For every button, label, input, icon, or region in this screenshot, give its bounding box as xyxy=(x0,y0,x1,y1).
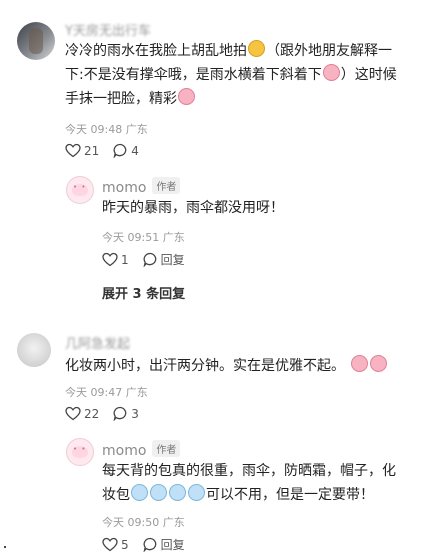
like-count: 21 xyxy=(84,143,100,158)
reply-count: 3 xyxy=(131,406,139,421)
timestamp: 今天 09:47 广东 xyxy=(65,386,148,399)
comment-text: 冷冷的雨水在我脸上胡乱地拍 （跟外地朋友解释一 下:不是没有撑伞哦，是雨水横着下斜… xyxy=(65,39,415,111)
comment-icon xyxy=(113,406,127,421)
like-icon xyxy=(65,406,81,421)
comment-actions: 21 4 xyxy=(65,143,153,158)
emoji-pig-icon xyxy=(351,355,368,372)
reply-button[interactable]: 回复 xyxy=(143,251,185,268)
reply-button[interactable]: 4 xyxy=(113,143,139,158)
reply-label: 回复 xyxy=(160,538,185,552)
comment-icon xyxy=(113,143,127,158)
like-icon xyxy=(65,143,81,158)
reply-label: 回复 xyxy=(160,253,185,267)
author-username[interactable]: momo 作者 xyxy=(102,177,181,196)
author-username[interactable]: momo 作者 xyxy=(102,440,181,459)
author-avatar[interactable] xyxy=(66,438,94,466)
comment-text: 化妆两小时，出汗两分钟。实在是优雅不起。 xyxy=(65,354,415,378)
username[interactable]: Y天房无出行车 xyxy=(65,20,151,39)
avatar[interactable] xyxy=(17,333,51,367)
timestamp: 今天 09:50 广东 xyxy=(102,516,185,529)
emoji-pig-icon xyxy=(322,64,340,81)
like-button[interactable]: 1 xyxy=(102,252,129,267)
emoji-cry-icon xyxy=(150,484,167,501)
like-icon xyxy=(102,537,118,552)
expand-replies-button[interactable]: 展开 3 条回复 xyxy=(102,283,185,302)
avatar[interactable] xyxy=(17,22,55,60)
reply-actions: 1 回复 xyxy=(102,251,199,268)
username[interactable]: 几阿急发起 xyxy=(65,333,130,352)
reply-button[interactable]: 回复 xyxy=(143,536,185,553)
like-count: 22 xyxy=(84,406,100,421)
reply-text: 昨天的暴雨，雨伞都没用呀！ xyxy=(102,200,284,216)
reply-actions: 5 回复 xyxy=(102,536,199,553)
like-icon xyxy=(102,252,118,267)
like-button[interactable]: 21 xyxy=(65,143,99,158)
author-badge: 作者 xyxy=(152,177,181,194)
author-avatar[interactable] xyxy=(66,176,94,204)
reply-text: 每天背的包真的很重，雨伞，防晒霜，帽子，化 妆包 可以不用，但是一定要带！ xyxy=(102,463,396,503)
timestamp: 今天 09:48 广东 xyxy=(65,123,148,136)
timestamp: 今天 09:51 广东 xyxy=(102,231,185,244)
author-badge: 作者 xyxy=(152,440,181,457)
reply-count: 4 xyxy=(131,143,139,158)
like-count: 5 xyxy=(121,537,129,552)
like-count: 1 xyxy=(121,252,129,267)
like-button[interactable]: 5 xyxy=(102,537,129,552)
emoji-pig-icon xyxy=(178,88,195,105)
emoji-pig-icon xyxy=(370,355,387,372)
comment-icon xyxy=(143,252,156,267)
emoji-sunglasses-icon xyxy=(248,40,265,57)
emoji-cry-icon xyxy=(131,484,148,501)
emoji-cry-icon xyxy=(169,484,186,501)
edge-dot xyxy=(4,546,6,548)
like-button[interactable]: 22 xyxy=(65,406,99,421)
reply-button[interactable]: 3 xyxy=(113,406,139,421)
comment-actions: 22 3 xyxy=(65,406,153,421)
emoji-cry-icon xyxy=(188,484,205,501)
comment-icon xyxy=(143,537,156,552)
